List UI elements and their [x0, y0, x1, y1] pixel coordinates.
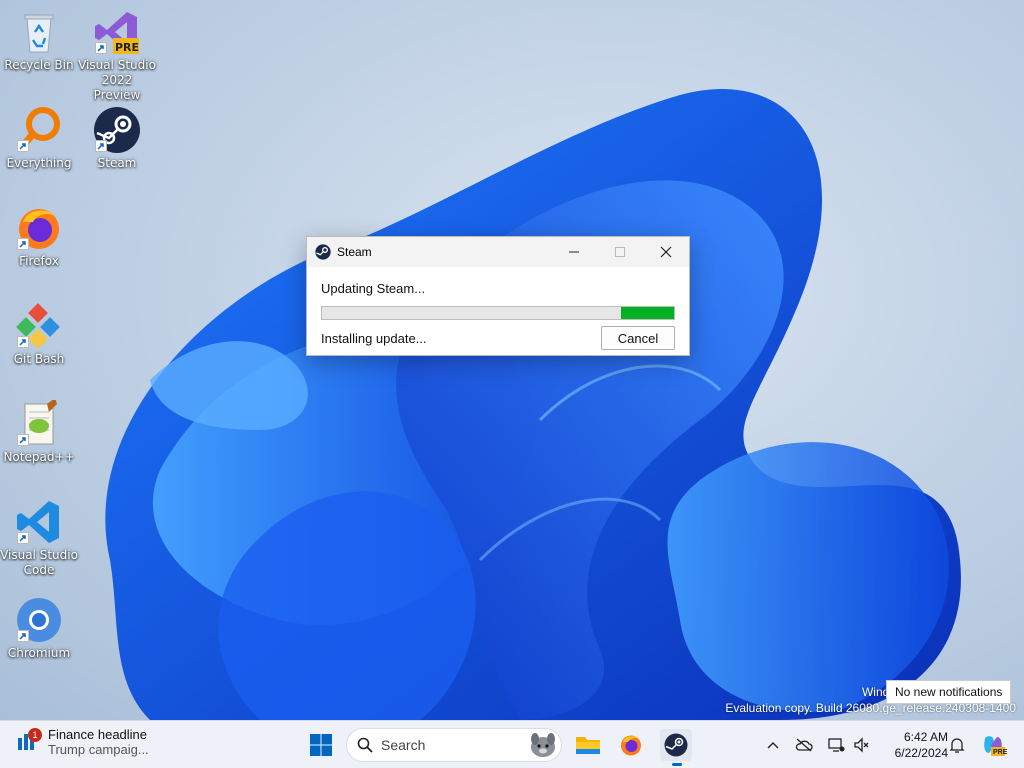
shortcut-arrow-icon	[17, 140, 29, 152]
firefox-icon	[15, 204, 63, 252]
shortcut-arrow-icon	[17, 532, 29, 544]
shortcut-arrow-icon	[95, 42, 107, 54]
git-bash-icon	[15, 302, 63, 350]
desktop-icon-label: Steam	[97, 156, 137, 170]
notification-tooltip: No new notifications	[886, 680, 1012, 704]
firefox-icon	[621, 735, 641, 756]
vscode-icon	[15, 498, 63, 546]
close-button[interactable]	[643, 237, 689, 267]
steam-icon	[315, 244, 331, 260]
search-icon	[357, 737, 373, 753]
volume-muted-icon	[854, 737, 869, 753]
desktop-icon-git-bash[interactable]: Git Bash	[0, 302, 78, 367]
update-substatus: Installing update...	[321, 330, 427, 346]
cloud-off-icon	[795, 738, 813, 752]
cancel-button[interactable]: Cancel	[601, 326, 675, 350]
window-title: Steam	[337, 245, 372, 259]
recycle-bin-icon	[15, 8, 63, 56]
taskbar-firefox[interactable]	[615, 729, 647, 761]
start-button[interactable]	[305, 729, 337, 761]
desktop-icon-label: Recycle Bin	[4, 58, 74, 72]
progress-fill	[621, 307, 674, 319]
desktop-icon-steam[interactable]: Steam	[78, 106, 156, 171]
desktop-icon-label: Visual Studio Code	[0, 548, 78, 577]
desktop-icon-recycle-bin[interactable]: Recycle Bin	[0, 8, 78, 73]
preview-badge: PRE	[115, 41, 140, 54]
desktop-icon-label: Everything	[6, 156, 72, 170]
volume-tray-button[interactable]	[850, 729, 874, 761]
clock-time: 6:42 AM	[903, 730, 948, 744]
desktop-icon-label: Firefox	[19, 254, 59, 268]
windows-logo-icon	[310, 734, 332, 756]
taskbar-search[interactable]: Search	[346, 728, 562, 762]
show-hidden-icons-button[interactable]	[761, 729, 785, 761]
copilot-button[interactable]: PRE	[980, 729, 1008, 761]
taskbar-steam[interactable]	[660, 729, 692, 761]
clock-date: 6/22/2024	[894, 746, 948, 760]
shortcut-arrow-icon	[17, 336, 29, 348]
desktop-icon-notepad-plus-plus[interactable]: Notepad++	[0, 398, 78, 465]
notifications-button[interactable]	[945, 729, 969, 761]
running-indicator	[672, 763, 682, 766]
minimize-button[interactable]	[551, 237, 597, 267]
search-placeholder: Search	[381, 737, 426, 753]
visual-studio-preview-icon: PRE	[93, 8, 141, 56]
news-badge: 1	[28, 728, 42, 742]
maximize-button[interactable]	[597, 237, 643, 267]
update-status: Updating Steam...	[321, 281, 426, 296]
news-subline: Trump campaig...	[48, 742, 149, 757]
bell-icon	[949, 738, 965, 753]
taskbar-file-explorer[interactable]	[572, 729, 604, 761]
steam-update-window: Steam Updating Steam... Installing updat…	[306, 236, 690, 356]
window-titlebar[interactable]: Steam	[307, 237, 689, 267]
taskbar: 1 Finance headline Trump campaig... Sear…	[0, 720, 1024, 768]
everything-search-icon	[15, 106, 63, 154]
chromium-icon	[15, 596, 63, 644]
watermark-line-1: Windo	[861, 685, 896, 699]
news-widget[interactable]: 1 Finance headline Trump campaig...	[16, 727, 149, 757]
desktop-icon-label: Chromium	[7, 646, 71, 660]
close-icon	[660, 246, 672, 258]
maximize-icon	[615, 247, 625, 257]
shortcut-arrow-icon	[17, 238, 29, 250]
news-headline: Finance headline	[48, 727, 148, 742]
copilot-preview-badge: PRE	[993, 749, 1008, 756]
desktop-icon-label: Notepad++	[3, 450, 75, 464]
desktop-icon-label: Git Bash	[13, 352, 65, 366]
shortcut-arrow-icon	[17, 630, 29, 642]
taskbar-clock[interactable]: 6:42 AM 6/22/2024	[878, 729, 948, 761]
desktop-icon-label: Visual Studio 2022 Preview	[78, 58, 156, 102]
network-tray-button[interactable]	[824, 729, 848, 761]
desktop-icon-visual-studio-code[interactable]: Visual Studio Code	[0, 498, 78, 578]
notepad-plus-plus-icon	[15, 398, 63, 448]
folder-icon	[576, 737, 600, 754]
desktop-icon-visual-studio-2022-preview[interactable]: PRE Visual Studio 2022 Preview	[78, 8, 156, 103]
onedrive-tray-button[interactable]	[792, 729, 816, 761]
minimize-icon	[569, 251, 579, 253]
desktop-icon-everything[interactable]: Everything	[0, 106, 78, 171]
shortcut-arrow-icon	[17, 434, 29, 446]
search-highlight-image-icon	[531, 733, 555, 757]
desktop-icon-chromium[interactable]: Chromium	[0, 596, 78, 661]
news-widget-icon: 1	[16, 728, 42, 754]
desktop: Recycle Bin PRE Visual Studio 2022 Previ…	[0, 0, 1024, 720]
update-progress-bar	[321, 306, 675, 320]
network-icon	[828, 738, 845, 752]
steam-icon	[664, 733, 688, 757]
steam-icon	[93, 106, 141, 154]
chevron-up-icon	[767, 742, 779, 749]
shortcut-arrow-icon	[95, 140, 107, 152]
desktop-icon-firefox[interactable]: Firefox	[0, 204, 78, 269]
